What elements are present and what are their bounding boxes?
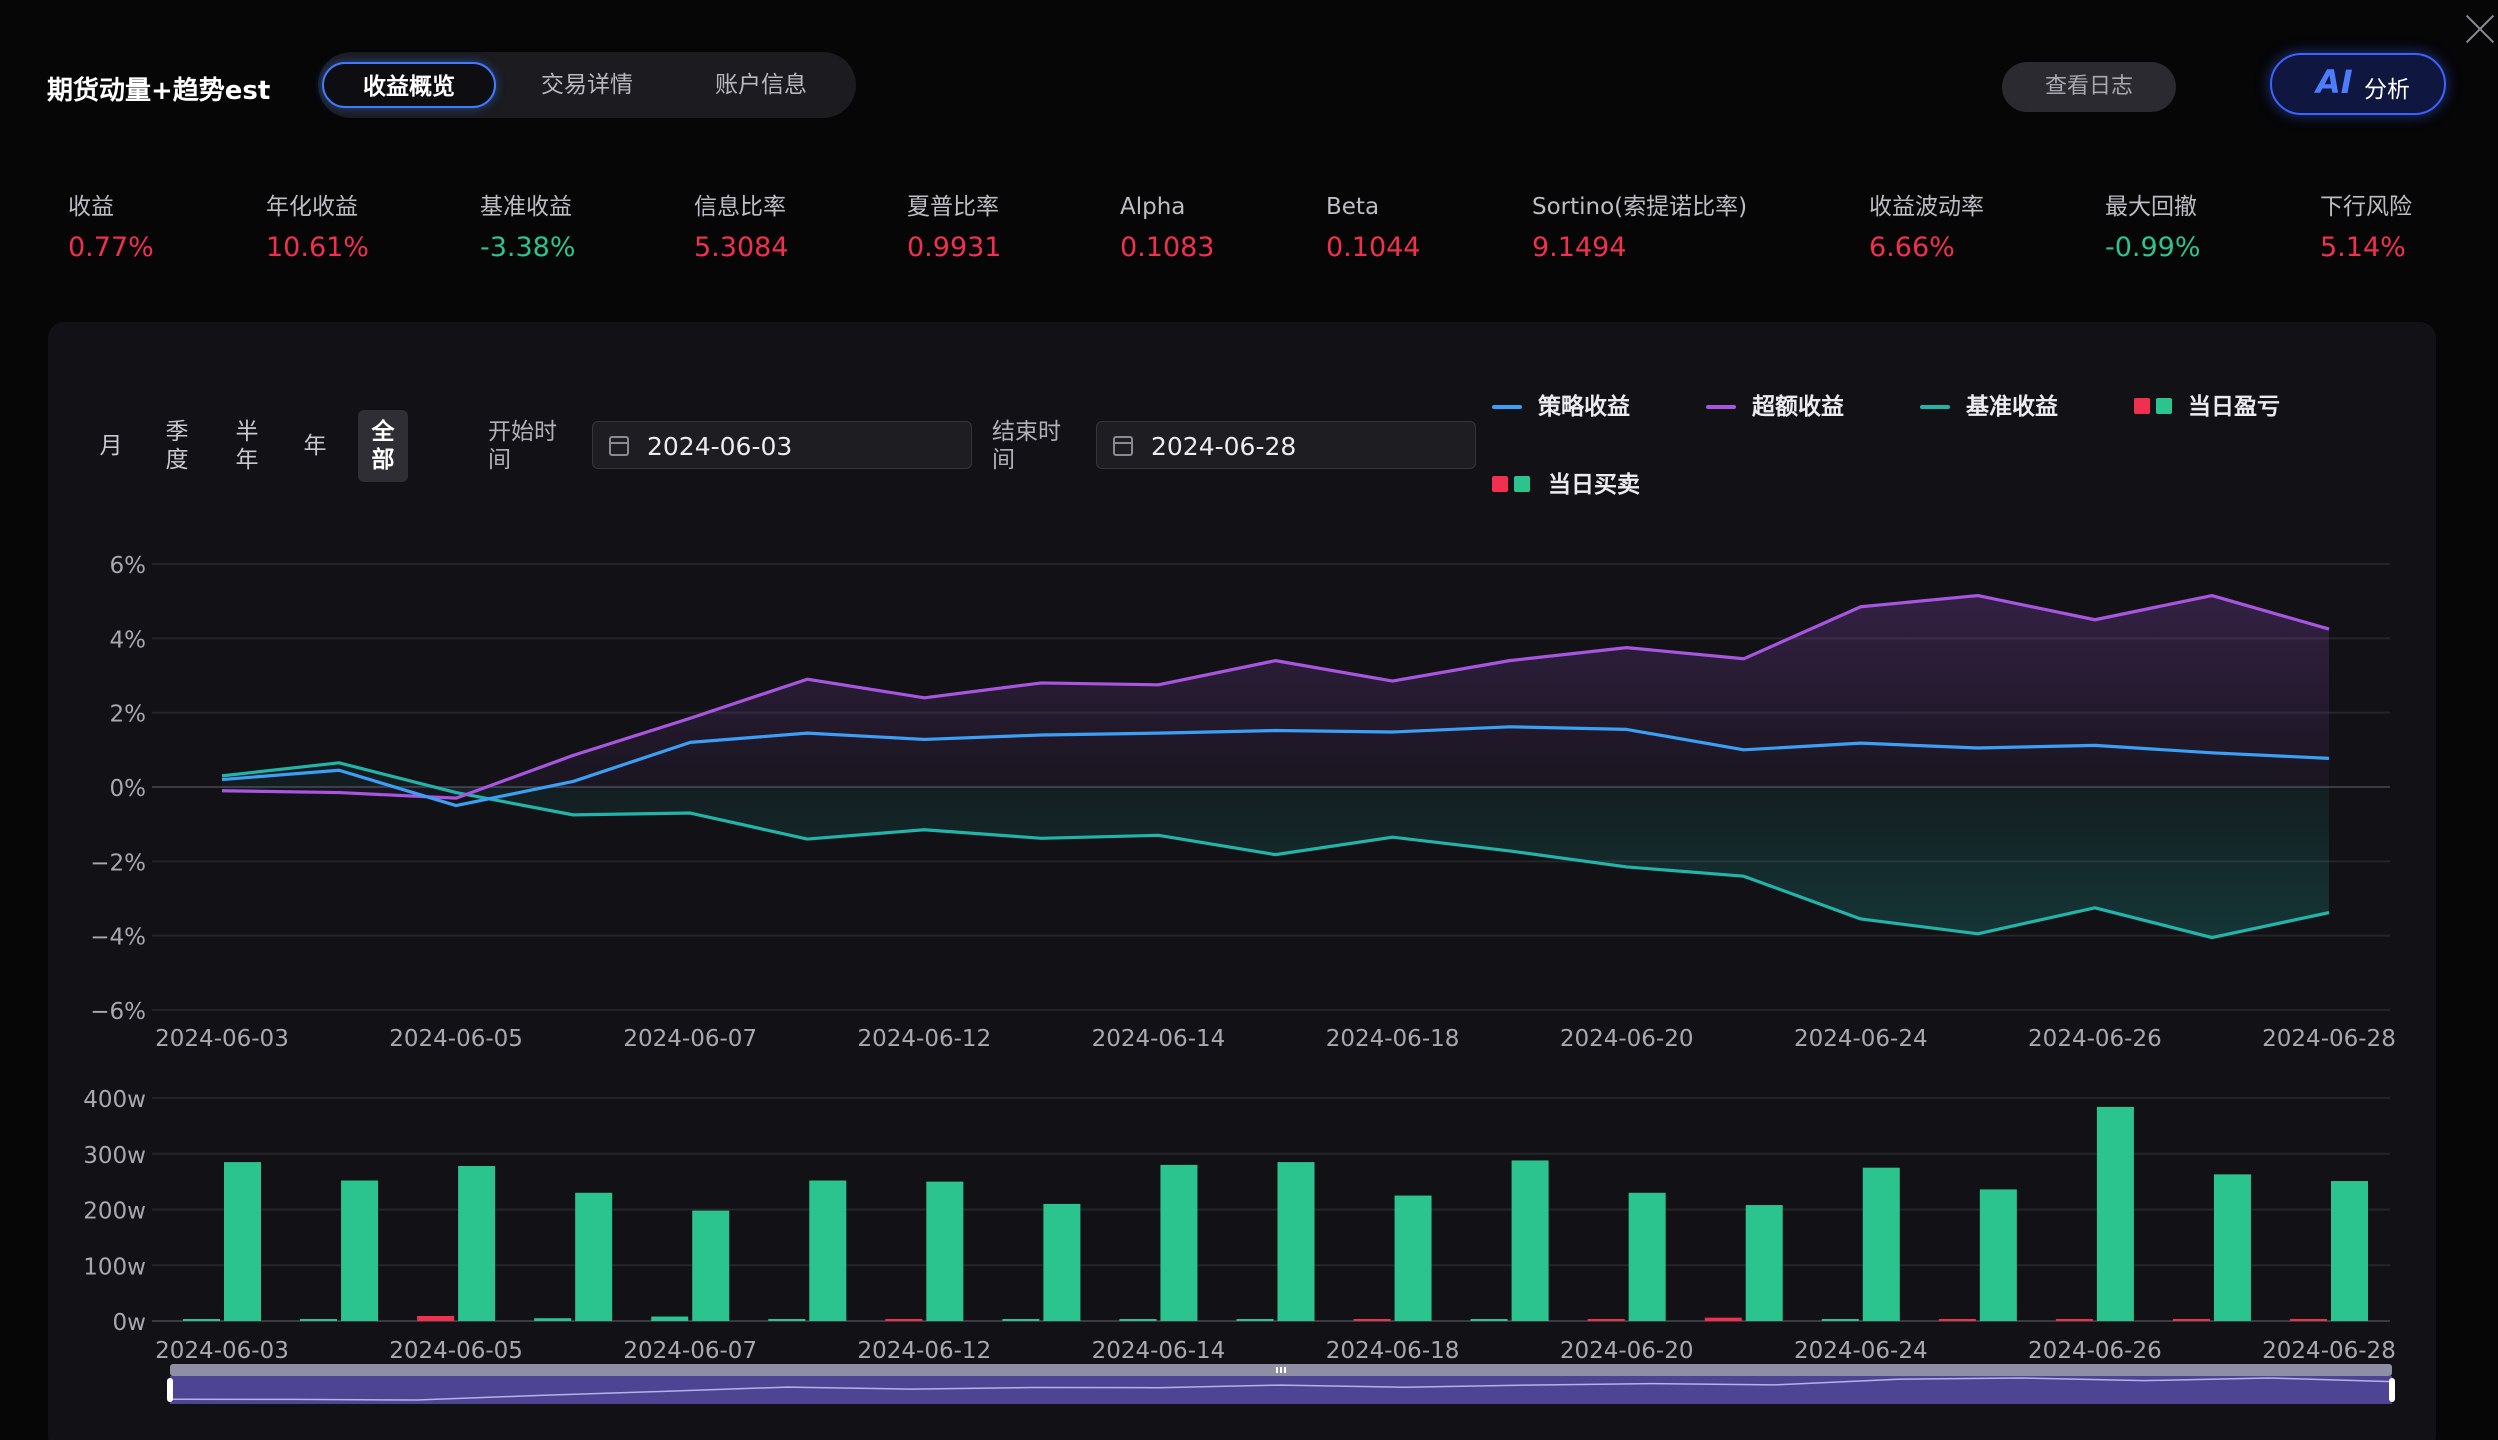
end-date-input[interactable]: 2024-06-28 (1096, 421, 1476, 469)
tab-bar: 收益概览 交易详情 账户信息 (318, 52, 856, 118)
view-log-button[interactable]: 查看日志 (2002, 62, 2176, 112)
legend-line-icon (1920, 405, 1950, 409)
start-date-label: 开始时间 (488, 419, 557, 473)
legend-square-icon (2134, 398, 2150, 414)
metric-beta: Beta 0.1044 (1326, 194, 1421, 263)
legend-square-icon (2156, 398, 2172, 414)
tab-overview[interactable]: 收益概览 (322, 62, 496, 108)
start-date-value: 2024-06-03 (647, 432, 793, 461)
close-icon[interactable] (2462, 10, 2498, 46)
calendar-icon (1113, 436, 1133, 456)
metric-sortino: Sortino(索提诺比率) 9.1494 (1532, 194, 1748, 263)
range-year-button[interactable]: 年 (300, 432, 330, 460)
end-date-label: 结束时间 (992, 419, 1061, 473)
metric-information-ratio: 信息比率 5.3084 (694, 194, 789, 263)
header: 期货动量+趋势est 收益概览 交易详情 账户信息 查看日志 AI 分析 (0, 0, 2498, 170)
metric-return: 收益 0.77% (68, 194, 154, 263)
legend-square-icon (1514, 476, 1530, 492)
ai-analysis-button[interactable]: AI 分析 (2270, 53, 2446, 115)
legend-line-icon (1706, 405, 1736, 409)
page: 期货动量+趋势est 收益概览 交易详情 账户信息 查看日志 AI 分析 收益 … (0, 0, 2498, 1440)
range-halfyear-button[interactable]: 半年 (232, 418, 262, 474)
tab-trade-details[interactable]: 交易详情 (500, 62, 674, 108)
range-all-button[interactable]: 全部 (358, 410, 408, 482)
range-month-button[interactable]: 月 (96, 432, 126, 460)
end-date-value: 2024-06-28 (1151, 432, 1297, 461)
tab-account-info[interactable]: 账户信息 (674, 62, 848, 108)
start-date-input[interactable]: 2024-06-03 (592, 421, 972, 469)
range-quarter-label: 季度 (165, 419, 189, 473)
legend-square-icon (1492, 476, 1508, 492)
metric-volatility: 收益波动率 6.66% (1869, 194, 1984, 263)
metric-benchmark-return: 基准收益 -3.38% (480, 194, 576, 263)
metric-max-drawdown: 最大回撤 -0.99% (2105, 194, 2201, 263)
range-quarter-button[interactable]: 季度 (162, 418, 192, 474)
metric-downside-risk: 下行风险 5.14% (2320, 194, 2412, 263)
chart-panel (48, 322, 2436, 1440)
app-title: 期货动量+趋势est (47, 76, 271, 106)
calendar-icon (609, 436, 629, 456)
metric-annualized-return: 年化收益 10.61% (266, 194, 369, 263)
ai-icon: AI (2316, 63, 2353, 101)
legend-line-icon (1492, 405, 1522, 409)
range-halfyear-label: 半年 (235, 419, 259, 473)
range-all-label: 全部 (371, 419, 395, 473)
ai-analysis-label: 分析 (2364, 77, 2410, 103)
metric-alpha: Alpha 0.1083 (1120, 194, 1215, 263)
metric-sharpe-ratio: 夏普比率 0.9931 (907, 194, 1002, 263)
